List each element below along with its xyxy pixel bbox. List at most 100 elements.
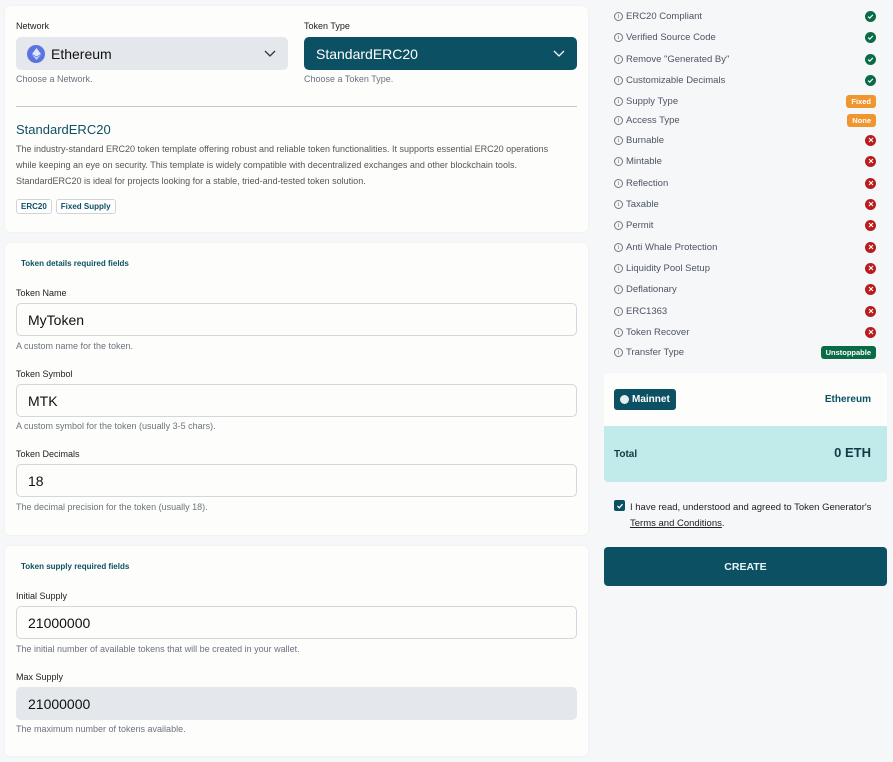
token-name-label: Token Name <box>16 288 67 298</box>
feature-name: Transfer Type <box>626 346 685 358</box>
details-section-title: Token details required fields <box>21 259 129 268</box>
feature-status-pill: Unstoppable <box>820 345 876 359</box>
terms-checkbox[interactable] <box>614 500 625 511</box>
token-type-help: Choose a Token Type. <box>304 74 394 84</box>
chevron-down-icon <box>264 50 276 57</box>
tag-fixed-supply: Fixed Supply <box>55 199 116 214</box>
feature-row: i Permit <box>614 218 876 232</box>
ethereum-icon <box>620 395 629 404</box>
info-icon[interactable]: i <box>614 96 623 106</box>
feature-row: i ERC20 Compliant <box>614 9 876 23</box>
total-label: Total <box>614 449 638 460</box>
info-icon[interactable]: i <box>614 327 623 337</box>
feature-row: i Mintable <box>614 154 876 168</box>
info-icon[interactable]: i <box>614 75 623 85</box>
feature-name: Burnable <box>626 134 665 146</box>
token-symbol-input[interactable]: MTK <box>16 384 577 417</box>
feature-row: i Reflection <box>614 176 876 190</box>
divider <box>16 106 577 107</box>
info-icon[interactable]: i <box>614 306 623 316</box>
check-icon <box>865 31 876 43</box>
feature-name: Taxable <box>626 198 659 210</box>
cross-icon <box>865 262 876 274</box>
info-icon[interactable]: i <box>614 199 623 209</box>
feature-row: i ERC1363 <box>614 304 876 318</box>
info-icon[interactable]: i <box>614 263 623 273</box>
mainnet-badge: Mainnet <box>614 389 676 410</box>
terms-text: I have read, understood and agreed to To… <box>630 500 890 532</box>
feature-name: Mintable <box>626 155 662 167</box>
info-icon[interactable]: i <box>614 178 623 188</box>
supply-section-title: Token supply required fields <box>21 562 130 571</box>
feature-row: i Token Recover <box>614 325 876 339</box>
feature-row: i Liquidity Pool Setup <box>614 261 876 275</box>
cross-icon <box>865 241 876 253</box>
initial-supply-input[interactable]: 21000000 <box>16 606 577 639</box>
info-icon[interactable]: i <box>614 115 623 125</box>
template-tags: ERC20 Fixed Supply <box>16 196 120 214</box>
feature-row: i Transfer Type Unstoppable <box>614 345 876 359</box>
token-symbol-label: Token Symbol <box>16 369 73 379</box>
chevron-down-icon <box>553 50 565 57</box>
feature-name: Verified Source Code <box>626 31 716 43</box>
feature-row: i Customizable Decimals <box>614 73 876 87</box>
check-icon <box>865 10 876 22</box>
terms-link[interactable]: Terms and Conditions <box>630 518 722 529</box>
network-help: Choose a Network. <box>16 74 93 84</box>
ethereum-icon <box>27 44 45 63</box>
token-decimals-input[interactable]: 18 <box>16 464 577 497</box>
feature-row: i Taxable <box>614 197 876 211</box>
network-value: Ethereum <box>51 45 112 62</box>
create-button-label: CREATE <box>724 560 767 573</box>
terms-text-body: I have read, understood and agreed to To… <box>630 502 872 513</box>
feature-row: i Verified Source Code <box>614 30 876 44</box>
cross-icon <box>865 283 876 295</box>
feature-name: Reflection <box>626 177 669 189</box>
info-icon[interactable]: i <box>614 156 623 166</box>
feature-name: ERC20 Compliant <box>626 10 703 22</box>
token-name-input[interactable]: MyToken <box>16 303 577 336</box>
max-supply-label: Max Supply <box>16 672 64 682</box>
info-icon[interactable]: i <box>614 347 623 357</box>
info-icon[interactable]: i <box>614 32 623 42</box>
token-type-value: StandardERC20 <box>316 45 418 62</box>
feature-name: Access Type <box>626 114 680 126</box>
feature-name: Supply Type <box>626 95 679 107</box>
cross-icon <box>865 219 876 231</box>
checkmark-icon <box>616 503 623 509</box>
feature-row: i Remove "Generated By" <box>614 52 876 66</box>
token-type-select[interactable]: StandardERC20 <box>304 37 577 70</box>
feature-name: ERC1363 <box>626 305 668 317</box>
check-icon <box>865 53 876 65</box>
info-icon[interactable]: i <box>614 54 623 64</box>
create-button[interactable]: CREATE <box>604 547 887 586</box>
feature-name: Liquidity Pool Setup <box>626 262 710 274</box>
feature-status-pill: None <box>847 113 876 127</box>
feature-row: i Supply Type Fixed <box>614 94 876 108</box>
cross-icon <box>865 305 876 317</box>
max-supply-input[interactable]: 21000000 <box>16 687 577 720</box>
token-decimals-help: The decimal precision for the token (usu… <box>16 502 208 512</box>
initial-supply-help: The initial number of available tokens t… <box>16 644 300 654</box>
feature-name: Customizable Decimals <box>626 74 726 86</box>
cross-icon <box>865 134 876 146</box>
feature-row: i Anti Whale Protection <box>614 240 876 254</box>
template-description: The industry-standard ERC20 token templa… <box>16 144 549 186</box>
feature-name: Permit <box>626 219 654 231</box>
info-icon[interactable]: i <box>614 135 623 145</box>
total-row: Total 0 ETH <box>604 426 887 482</box>
token-config-card: Network Ethereum Choose a Network. Token… <box>5 6 588 232</box>
cross-icon <box>865 177 876 189</box>
info-icon[interactable]: i <box>614 284 623 294</box>
feature-row: i Access Type None <box>614 113 876 127</box>
cross-icon <box>865 326 876 338</box>
info-icon[interactable]: i <box>614 11 623 21</box>
token-decimals-label: Token Decimals <box>16 449 80 459</box>
summary-network-name: Ethereum <box>824 394 871 405</box>
feature-name: Deflationary <box>626 283 677 295</box>
network-select[interactable]: Ethereum <box>16 37 288 70</box>
summary-card: Mainnet Ethereum Total 0 ETH <box>604 373 887 482</box>
info-icon[interactable]: i <box>614 242 623 252</box>
max-supply-help: The maximum number of tokens available. <box>16 724 186 734</box>
info-icon[interactable]: i <box>614 220 623 230</box>
